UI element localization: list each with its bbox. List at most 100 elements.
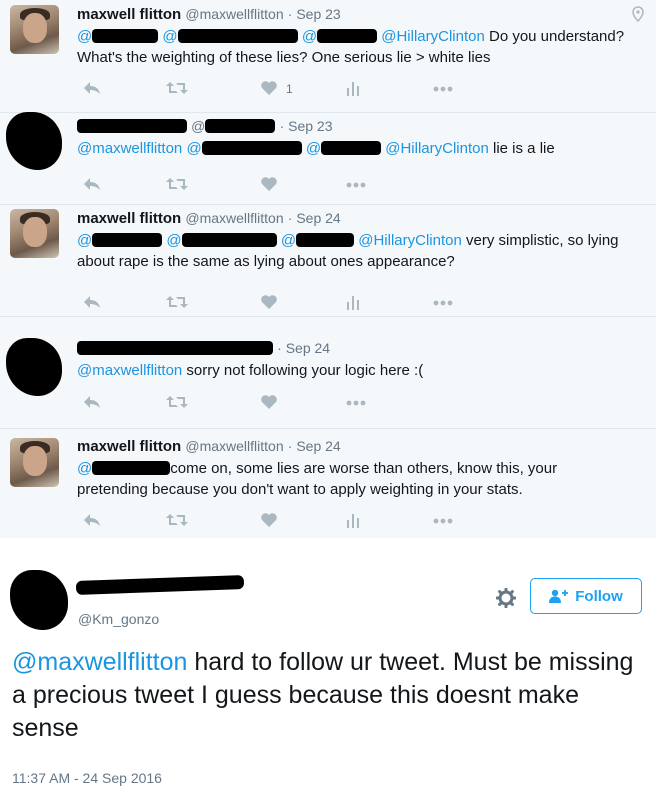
avatar[interactable] <box>6 338 62 396</box>
reply-icon[interactable] <box>83 512 101 532</box>
follow-button[interactable]: Follow <box>530 578 642 614</box>
like-icon[interactable] <box>260 512 278 532</box>
mention-hillaryclinton[interactable]: @HillaryClinton <box>358 232 462 249</box>
tweet-header: · Sep 24 <box>77 340 330 357</box>
tweet-text: @maxwellflitton sorry not following your… <box>77 360 647 381</box>
more-icon[interactable] <box>433 518 453 538</box>
redaction <box>205 119 276 133</box>
like-icon[interactable] <box>260 294 278 314</box>
follow-user-icon <box>549 589 569 603</box>
follow-label: Follow <box>575 587 623 605</box>
like-icon[interactable] <box>260 394 278 414</box>
display-name[interactable]: maxwell flitton <box>77 210 181 227</box>
analytics-icon[interactable] <box>346 80 360 100</box>
tweet-1[interactable]: maxwell flitton @maxwellflitton · Sep 23… <box>0 0 656 113</box>
mention-redacted[interactable]: @ <box>77 28 92 45</box>
location-pin-icon[interactable] <box>632 6 644 22</box>
more-icon[interactable] <box>346 182 366 202</box>
user-handle[interactable]: @maxwellflitton <box>185 6 283 22</box>
reply-icon[interactable] <box>83 294 101 314</box>
display-name[interactable]: maxwell flitton <box>77 438 181 455</box>
display-name[interactable]: maxwell flitton <box>77 6 181 23</box>
mention-redacted[interactable]: @ <box>302 28 317 45</box>
avatar[interactable] <box>6 112 62 170</box>
mention-maxwellflitton[interactable]: @maxwellflitton <box>12 648 187 676</box>
user-handle[interactable]: @maxwellflitton <box>185 438 283 454</box>
user-handle[interactable]: @Km_gonzo <box>78 611 159 627</box>
tweet-actions <box>77 512 477 532</box>
mention-redacted[interactable]: @ <box>281 232 296 249</box>
mention-redacted[interactable]: @ <box>166 232 181 249</box>
avatar[interactable] <box>10 438 59 487</box>
reply-icon[interactable] <box>83 80 101 100</box>
mention-redacted[interactable]: @ <box>77 460 92 477</box>
avatar[interactable] <box>10 209 59 258</box>
tweet-text: @ @ @ @HillaryClinton very simplistic, s… <box>77 230 647 272</box>
redaction <box>92 29 159 43</box>
retweet-icon[interactable] <box>166 394 188 414</box>
tweet-date[interactable]: · Sep 24 <box>288 210 341 226</box>
tweet-3[interactable]: maxwell flitton @maxwellflitton · Sep 24… <box>0 204 656 317</box>
mention-redacted[interactable]: @ <box>162 28 177 45</box>
user-handle-prefix: @ <box>191 118 206 134</box>
retweet-icon[interactable] <box>166 512 188 532</box>
analytics-icon[interactable] <box>346 512 360 532</box>
redaction <box>181 233 277 247</box>
gear-icon[interactable] <box>496 588 516 608</box>
analytics-icon[interactable] <box>346 294 360 314</box>
tweet-header: @ · Sep 23 <box>77 118 333 135</box>
mention-hillaryclinton[interactable]: @HillaryClinton <box>381 28 485 45</box>
tweet-header: maxwell flitton @maxwellflitton · Sep 23 <box>77 6 341 23</box>
tweet-text-line2: What's the weighting of these lies? One … <box>77 49 491 66</box>
mention-maxwellflitton[interactable]: @maxwellflitton <box>77 362 182 379</box>
tweet-timestamp[interactable]: 11:37 AM - 24 Sep 2016 <box>12 770 162 786</box>
tweet-date[interactable]: · Sep 24 <box>277 340 330 356</box>
more-icon[interactable] <box>433 86 453 106</box>
tweet-header: maxwell flitton @maxwellflitton · Sep 24 <box>77 438 341 455</box>
tweet-5[interactable]: maxwell flitton @maxwellflitton · Sep 24… <box>0 428 656 538</box>
retweet-icon[interactable] <box>166 294 188 314</box>
tweet-actions: 1 <box>77 80 477 100</box>
tweet-4[interactable]: · Sep 24 @maxwellflitton sorry not follo… <box>0 316 656 429</box>
tweet-header: maxwell flitton @maxwellflitton · Sep 24 <box>77 210 341 227</box>
mention-hillaryclinton[interactable]: @HillaryClinton <box>385 140 489 157</box>
conversation-thread: maxwell flitton @maxwellflitton · Sep 23… <box>0 0 656 538</box>
permalink-tweet: @Km_gonzo Follow @maxwellflitton hard to… <box>0 538 656 797</box>
redaction <box>92 461 171 475</box>
mention-redacted[interactable]: @ <box>306 140 321 157</box>
reply-icon[interactable] <box>83 394 101 414</box>
tweet-text-part: sorry not following your logic here :( <box>182 362 424 379</box>
tweet-actions <box>77 176 477 196</box>
tweet-2[interactable]: @ · Sep 23 @maxwellflitton @ @ @HillaryC… <box>0 112 656 205</box>
tweet-date[interactable]: · Sep 23 <box>280 118 333 134</box>
mention-redacted[interactable]: @ <box>186 140 201 157</box>
redaction <box>296 233 355 247</box>
tweet-date[interactable]: · Sep 23 <box>288 6 341 22</box>
tweet-text: @maxwellflitton hard to follow ur tweet.… <box>12 646 647 745</box>
redaction <box>321 141 382 155</box>
mention-maxwellflitton[interactable]: @maxwellflitton <box>77 140 182 157</box>
tweet-text-line2: about rape is the same as lying about on… <box>77 253 455 270</box>
mention-redacted[interactable]: @ <box>77 232 92 249</box>
like-icon[interactable]: 1 <box>260 80 293 100</box>
tweet-date[interactable]: · Sep 24 <box>288 438 341 454</box>
avatar[interactable] <box>10 570 68 630</box>
user-handle[interactable]: @maxwellflitton <box>185 210 283 226</box>
tweet-text-part: very simplistic, so lying <box>461 232 619 249</box>
redaction <box>201 141 302 155</box>
redaction <box>92 233 163 247</box>
avatar[interactable] <box>10 5 59 54</box>
retweet-icon[interactable] <box>166 176 188 196</box>
more-icon[interactable] <box>346 400 366 420</box>
redaction <box>77 119 187 133</box>
tweet-text: @ @ @ @HillaryClinton Do you understand?… <box>77 26 647 68</box>
tweet-text-line2: pretending because you don't want to app… <box>77 481 523 498</box>
reply-icon[interactable] <box>83 176 101 196</box>
redaction <box>317 29 378 43</box>
retweet-icon[interactable] <box>166 80 188 100</box>
redaction <box>77 341 273 355</box>
tweet-text: @maxwellflitton @ @ @HillaryClinton lie … <box>77 138 647 159</box>
like-icon[interactable] <box>260 176 278 196</box>
tweet-text-part: come on, some lies are worse than others… <box>170 460 558 477</box>
redaction <box>75 575 245 595</box>
